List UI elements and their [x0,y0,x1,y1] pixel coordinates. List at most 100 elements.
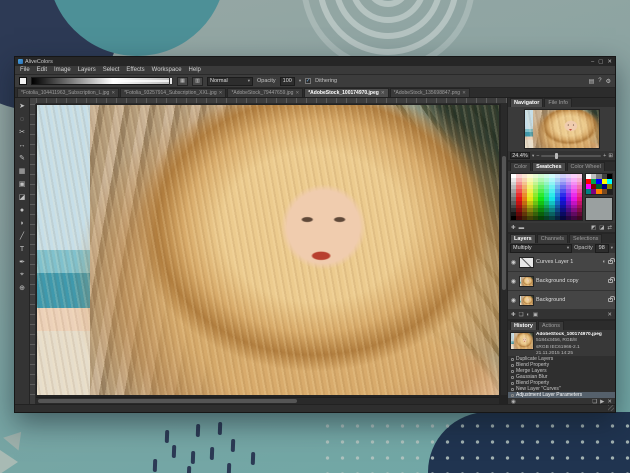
zoom-slider-thumb[interactable] [555,153,558,159]
maximize-button[interactable]: ▢ [598,59,603,65]
document-tab[interactable]: *Fotolia_93257914_Subscription_XXL.jpg ✕ [120,88,226,97]
panels-icon[interactable]: ▤ [589,78,595,85]
new-group-icon[interactable]: ❏ [519,312,524,318]
add-swatch-icon[interactable]: ✚ [511,225,516,231]
horizontal-scroll-thumb[interactable] [38,399,297,403]
layer-opacity-dropdown-icon[interactable]: ▾ [611,245,613,251]
document-canvas[interactable] [37,105,499,395]
document-tab[interactable]: *Fotolia_104411963_Subscription_L.jpg ✕ [17,88,119,97]
gradient-icon[interactable]: ▬ [519,225,525,231]
blur-tool[interactable]: ● [16,204,29,216]
stamp-tool[interactable]: ▣ [16,178,29,190]
layer-opacity-input[interactable]: 98 [595,244,609,253]
gradient-bar[interactable] [31,77,173,85]
curves-layer-thumbnail[interactable] [519,257,534,268]
zoom-dropdown-icon[interactable]: ▾ [532,153,534,159]
smudge-tool[interactable]: ◗ [16,217,29,229]
eyedropper-tool[interactable]: ⌖ [16,269,29,281]
lock-icon[interactable] [608,279,613,283]
tab-close-icon[interactable]: ✕ [219,90,223,96]
fit-screen-icon[interactable]: ⊞ [608,153,613,159]
document-tab[interactable]: *AdobeStock_100174970.jpeg ✕ [304,88,388,97]
history-step[interactable]: Adjustment Layer Parameters [508,392,615,398]
visibility-icon[interactable]: ◉ [510,297,517,304]
layer-row-background[interactable]: ◉ Background [508,291,615,310]
layer-name[interactable]: Background copy [536,278,606,284]
current-color-swatch[interactable] [585,197,613,221]
foreground-icon[interactable]: ◩ [591,225,596,231]
swap-colors-icon[interactable]: ⇄ [607,225,612,231]
panel-tab[interactable]: Layers [510,234,536,243]
document-tab[interactable]: *AdobeStock_135698847.png ✕ [390,88,470,97]
panel-tab[interactable]: Selections [569,234,602,243]
visibility-icon[interactable]: ◉ [510,278,517,285]
resize-grip[interactable] [608,405,614,411]
tab-close-icon[interactable]: ✕ [462,90,466,96]
pattern-mode-button[interactable]: ▥ [192,77,203,86]
layer-mask-icon[interactable]: ▣ [533,312,538,318]
layer-blend-select[interactable]: Multiply ▾ [510,244,572,253]
zoom-tool[interactable]: ⊕ [16,282,29,294]
settings-gear-icon[interactable]: ⚙ [606,78,611,85]
move-tool[interactable]: ➤ [16,100,29,112]
menu-item[interactable]: Effects [126,67,144,73]
menu-item[interactable]: Edit [37,67,47,73]
close-button[interactable]: ✕ [607,59,612,65]
tab-close-icon[interactable]: ✕ [111,90,115,96]
add-layer-icon[interactable]: ✚ [511,312,516,318]
panel-tab[interactable]: History [510,321,537,330]
marquee-tool[interactable]: ◌ [16,113,29,125]
panel-tab[interactable]: Channels [537,234,568,243]
opacity-dropdown-icon[interactable]: ▾ [299,78,301,84]
minimize-button[interactable]: – [591,59,594,65]
zoom-value[interactable]: 24.4% [510,152,530,159]
zoom-out-icon[interactable]: − [536,153,539,159]
layer-row-curves[interactable]: ◉ Curves Layer 1 ◐ [508,253,615,272]
visibility-icon[interactable]: ◉ [510,259,517,266]
tab-close-icon[interactable]: ✕ [295,90,299,96]
help-icon[interactable]: ? [598,78,601,85]
layer-row-background-copy[interactable]: ◉ Background copy [508,272,615,291]
text-tool[interactable]: T [16,243,29,255]
vertical-scrollbar[interactable] [501,104,507,395]
line-tool[interactable]: ╱ [16,230,29,242]
delete-layer-icon[interactable]: ✕ [607,312,612,318]
mini-swatch[interactable] [607,189,612,194]
menu-item[interactable]: Layers [78,67,96,73]
menu-item[interactable]: Workspace [152,67,182,73]
panel-tab[interactable]: Actions [538,321,564,330]
opacity-input[interactable]: 100 [280,77,295,86]
menu-item[interactable]: Image [54,67,71,73]
menu-item[interactable]: File [20,67,30,73]
tab-close-icon[interactable]: ✕ [381,90,385,96]
gradient-handle[interactable] [169,77,173,85]
foreground-color-swatch[interactable] [19,77,27,85]
blend-mode-select[interactable]: Normal ▾ [207,77,253,86]
vertical-scroll-thumb[interactable] [502,156,506,290]
transform-tool[interactable]: ↔ [16,139,29,151]
title-bar[interactable]: AliveColors – ▢ ✕ [15,57,615,66]
document-tab[interactable]: *AdobeStock_79447659.jpg ✕ [227,88,303,97]
adjustment-layer-icon[interactable]: ◐ [527,312,530,318]
grid-mode-button[interactable]: ▦ [177,77,188,86]
swatch-cell[interactable] [577,216,582,220]
brush-tool[interactable]: ✎ [16,152,29,164]
lock-icon[interactable] [608,260,613,264]
scissors-tool[interactable]: ✂ [16,126,29,138]
layer-name[interactable]: Curves Layer 1 [536,259,601,265]
dithering-checkbox[interactable]: ✓ [305,78,311,84]
background-icon[interactable]: ◪ [599,225,604,231]
layer-name[interactable]: Background [536,297,606,303]
chameleon-brush-tool[interactable]: ◪ [16,191,29,203]
layer-thumbnail[interactable] [519,276,534,287]
lock-icon[interactable] [608,298,613,302]
panel-tab[interactable]: File Info [544,98,572,107]
zoom-in-icon[interactable]: + [603,153,606,159]
panel-tab[interactable]: Color [510,162,531,171]
menu-item[interactable]: Select [103,67,120,73]
panel-tab[interactable]: Swatches [532,162,565,171]
navigator-thumbnail[interactable] [524,109,600,149]
layer-thumbnail[interactable] [519,295,534,306]
horizontal-scrollbar[interactable] [36,397,499,404]
panel-tab[interactable]: Color Wheel [567,162,605,171]
